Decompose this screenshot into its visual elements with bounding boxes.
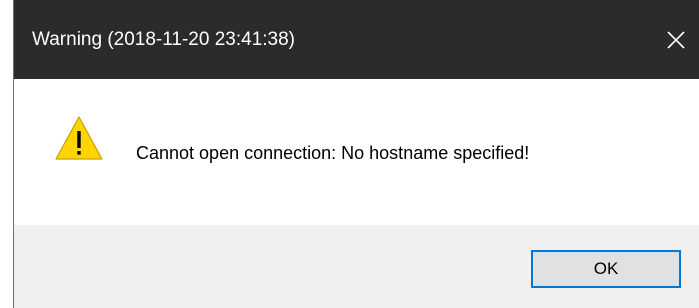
dialog-content: Cannot open connection: No hostname spec… [14, 79, 699, 225]
title-bar[interactable]: Warning (2018-11-20 23:41:38) [14, 0, 699, 79]
warning-triangle-icon [55, 116, 103, 160]
dialog-footer: OK [14, 225, 699, 308]
dialog-title: Warning (2018-11-20 23:41:38) [32, 29, 295, 50]
desktop-background [0, 0, 13, 308]
warning-dialog: Warning (2018-11-20 23:41:38) Cannot ope… [13, 0, 699, 308]
ok-button[interactable]: OK [531, 250, 681, 288]
close-button[interactable] [653, 0, 699, 79]
warning-message: Cannot open connection: No hostname spec… [136, 143, 530, 163]
close-icon [667, 30, 685, 49]
